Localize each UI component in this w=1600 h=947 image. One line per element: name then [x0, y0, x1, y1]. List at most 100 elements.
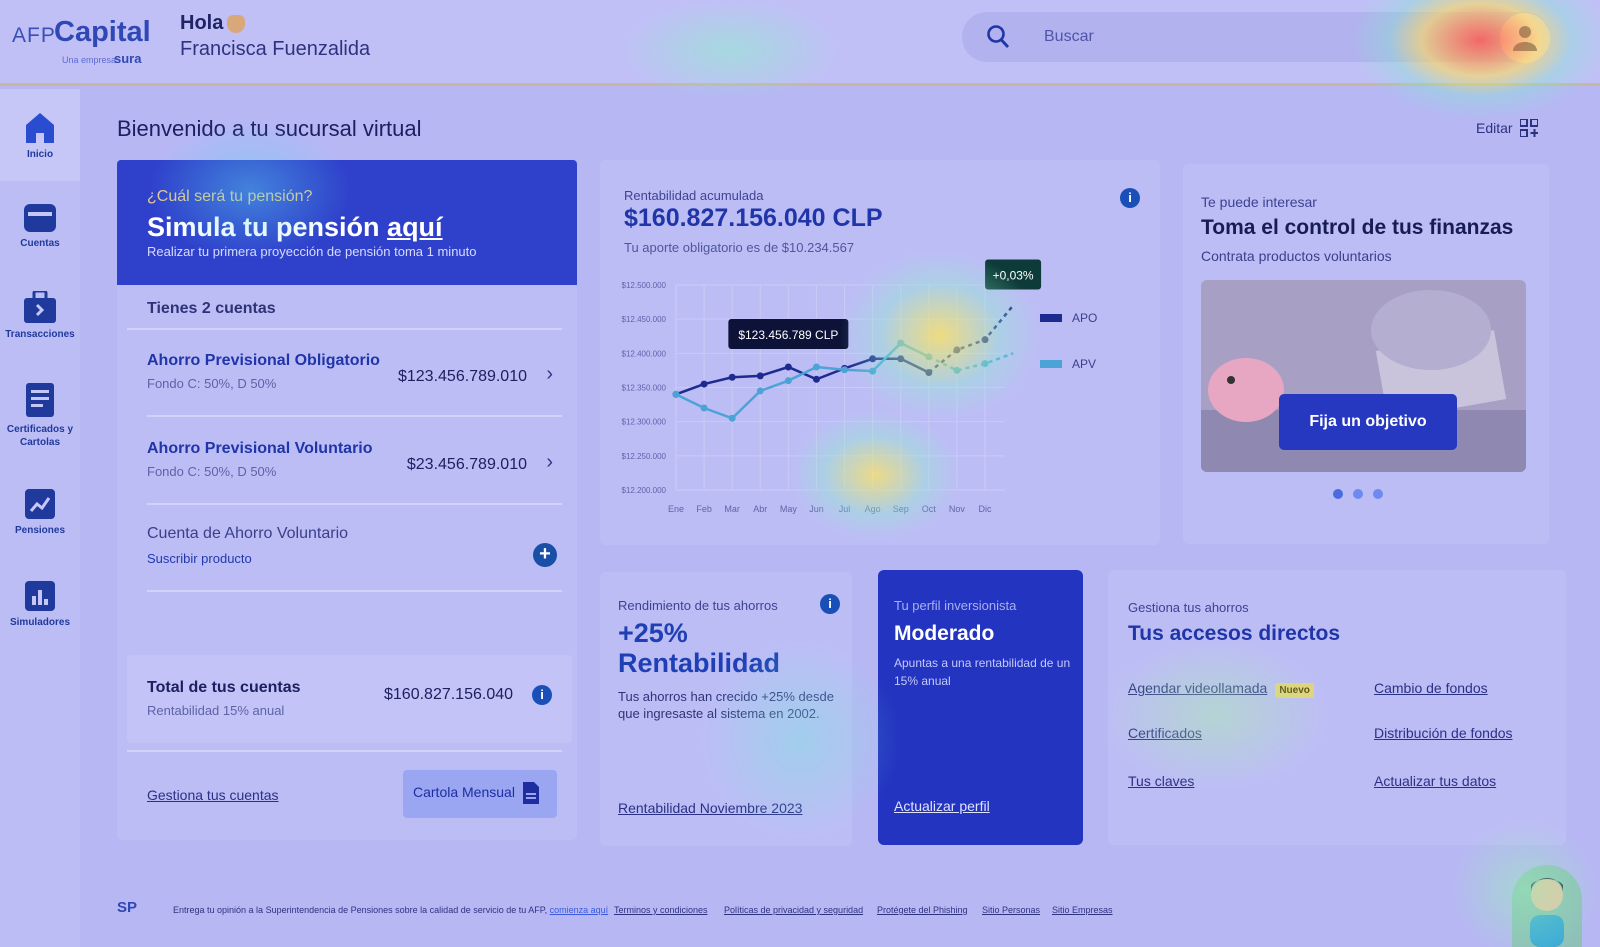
search-input[interactable]: Buscar	[1044, 28, 1094, 46]
footer-link-phishing[interactable]: Protégete del Phishing	[877, 905, 968, 915]
user-icon	[1513, 26, 1537, 51]
rendimiento-value: +25% Rentabilidad	[618, 618, 781, 678]
set-goal-button[interactable]: Fija un objetivo	[1279, 394, 1457, 450]
pension-simulator-banner[interactable]: ¿Cuál será tu pensión? Simula tu pensión…	[117, 160, 577, 285]
accounts-count: Tienes 2 cuentas	[147, 300, 276, 317]
legend-label: APO	[1072, 311, 1097, 325]
data-point	[700, 380, 708, 388]
x-tick-label: Jun	[809, 504, 824, 514]
shortcut-distribucion[interactable]: Distribución de fondos	[1374, 725, 1513, 741]
footer-link-privacidad[interactable]: Políticas de privacidad y seguridad	[724, 905, 863, 915]
shortcut-actualizar-datos[interactable]: Actualizar tus datos	[1374, 773, 1496, 789]
x-tick-label: Ene	[668, 504, 684, 514]
footer-link-empresas[interactable]: Sitio Empresas	[1052, 905, 1113, 915]
data-point	[812, 363, 820, 371]
user-avatar[interactable]	[1500, 13, 1550, 63]
sidebar-item-inicio[interactable]: Inicio	[0, 89, 80, 181]
promo-title[interactable]: Simula tu pensión aquí	[147, 212, 443, 243]
document-icon	[26, 383, 54, 417]
sidebar-item-certificados[interactable]: Certificados y Cartolas	[0, 383, 80, 449]
grid-add-icon	[1520, 119, 1538, 137]
y-tick-label: $12.250.000	[622, 452, 667, 461]
bar-chart-icon	[25, 581, 55, 611]
trend-icon	[25, 489, 55, 519]
y-tick-label: $12.500.000	[622, 281, 667, 290]
data-point	[897, 339, 905, 347]
y-tick-label: $12.400.000	[622, 349, 667, 358]
data-point	[981, 336, 989, 344]
data-point	[869, 355, 877, 363]
sidebar: Inicio Cuentas Transacciones Certificado…	[0, 89, 80, 947]
user-name: Francisca Fuenzalida	[180, 38, 371, 60]
data-point	[953, 346, 961, 354]
carousel-dot-active[interactable]	[1333, 489, 1343, 499]
data-point	[869, 367, 877, 375]
footer-link-terminos[interactable]: Terminos y condiciones	[614, 905, 708, 915]
info-icon[interactable]: i	[532, 685, 552, 705]
update-profile-link[interactable]: Actualizar perfil	[894, 798, 990, 814]
x-tick-label: Sep	[893, 504, 909, 514]
account-amount: $23.456.789.010	[406, 456, 527, 473]
promo-photo: Fija un objetivo	[1201, 280, 1526, 472]
chevron-right-icon: ›	[546, 363, 553, 385]
assistant-avatar[interactable]	[1512, 865, 1582, 947]
rentabilidad-card: Rentabilidad acumulada $160.827.156.040 …	[600, 160, 1160, 545]
shortcut-videollamada[interactable]: Agendar videollamada Nuevo	[1128, 680, 1314, 698]
legend-swatch	[1040, 360, 1062, 368]
data-point	[812, 375, 820, 383]
new-badge: Nuevo	[1275, 683, 1314, 698]
subscribe-link[interactable]: Suscribir producto	[147, 551, 557, 566]
footer-text: Entrega tu opinión a la Superintendencia…	[173, 905, 609, 915]
account-row-apv[interactable]: Ahorro Previsional Voluntario Fondo C: 5…	[147, 440, 557, 500]
page-title: Bienvenido a tu sucursal virtual	[117, 116, 422, 141]
x-tick-label: Abr	[753, 504, 767, 514]
greeting: Hola	[180, 12, 246, 35]
sidebar-item-pensiones[interactable]: Pensiones	[0, 489, 80, 536]
x-tick-label: Oct	[922, 504, 937, 514]
sidebar-item-cuentas[interactable]: Cuentas	[0, 204, 80, 249]
x-tick-label: Jul	[839, 504, 851, 514]
carousel-dot[interactable]	[1373, 489, 1383, 499]
accesos-label: Gestiona tus ahorros	[1128, 600, 1249, 615]
legend-label: APV	[1072, 357, 1096, 371]
y-tick-label: $12.450.000	[622, 315, 667, 324]
shortcut-certificados[interactable]: Certificados	[1128, 725, 1202, 741]
chevron-right-icon: ›	[546, 451, 553, 473]
cartola-button[interactable]: Cartola Mensual	[403, 770, 557, 818]
data-point	[728, 373, 736, 381]
interest-sub: Contrata productos voluntarios	[1201, 248, 1392, 264]
accounts-card: ¿Cuál será tu pensión? Simula tu pensión…	[117, 160, 577, 840]
account-name: Cuenta de Ahorro Voluntario	[147, 525, 349, 542]
data-point	[953, 366, 961, 374]
data-point	[897, 355, 905, 363]
logo-tagline: Una empresa	[62, 55, 117, 65]
add-circle-icon[interactable]: +	[533, 543, 557, 567]
afp-capital-logo[interactable]: AFP Capital Una empresa sura	[12, 8, 157, 68]
promo-subtitle: Realizar tu primera proyección de pensió…	[147, 244, 477, 259]
data-point	[784, 363, 792, 371]
manage-accounts-link[interactable]: Gestiona tus cuentas	[147, 787, 279, 803]
rentabilidad-chart: $12.500.000 $12.450.000 $12.400.000 $12.350…	[622, 259, 1097, 514]
sidebar-item-simuladores[interactable]: Simuladores	[0, 581, 80, 628]
file-icon	[523, 782, 539, 804]
account-row-apo[interactable]: Ahorro Previsional Obligatorio Fondo C: …	[147, 352, 557, 412]
edit-button[interactable]: Editar	[1476, 119, 1538, 137]
home-icon	[26, 113, 54, 143]
rendimiento-link[interactable]: Rentabilidad Noviembre 2023	[618, 800, 802, 816]
carousel-dot[interactable]	[1353, 489, 1363, 499]
shortcut-cambio-fondos[interactable]: Cambio de fondos	[1374, 680, 1488, 696]
data-point	[756, 387, 764, 395]
logo-parent: sura	[114, 51, 142, 66]
perfil-value: Moderado	[894, 622, 995, 645]
perfil-desc: Apuntas a una rentabilidad de un 15% anu…	[894, 656, 1071, 688]
info-icon[interactable]: i	[820, 594, 840, 614]
shortcut-claves[interactable]: Tus claves	[1128, 773, 1194, 789]
promo-link[interactable]: aquí	[387, 212, 443, 242]
search-bar[interactable]: Buscar	[962, 12, 1550, 62]
y-tick-label: $12.350.000	[622, 384, 667, 393]
data-point	[700, 404, 708, 412]
top-header: AFP Capital Una empresa sura Hola Franci…	[0, 0, 1600, 86]
sidebar-item-transacciones[interactable]: Transacciones	[0, 291, 80, 340]
footer-survey-link[interactable]: comienza aquí	[550, 905, 609, 915]
footer-link-personas[interactable]: Sitio Personas	[982, 905, 1040, 915]
